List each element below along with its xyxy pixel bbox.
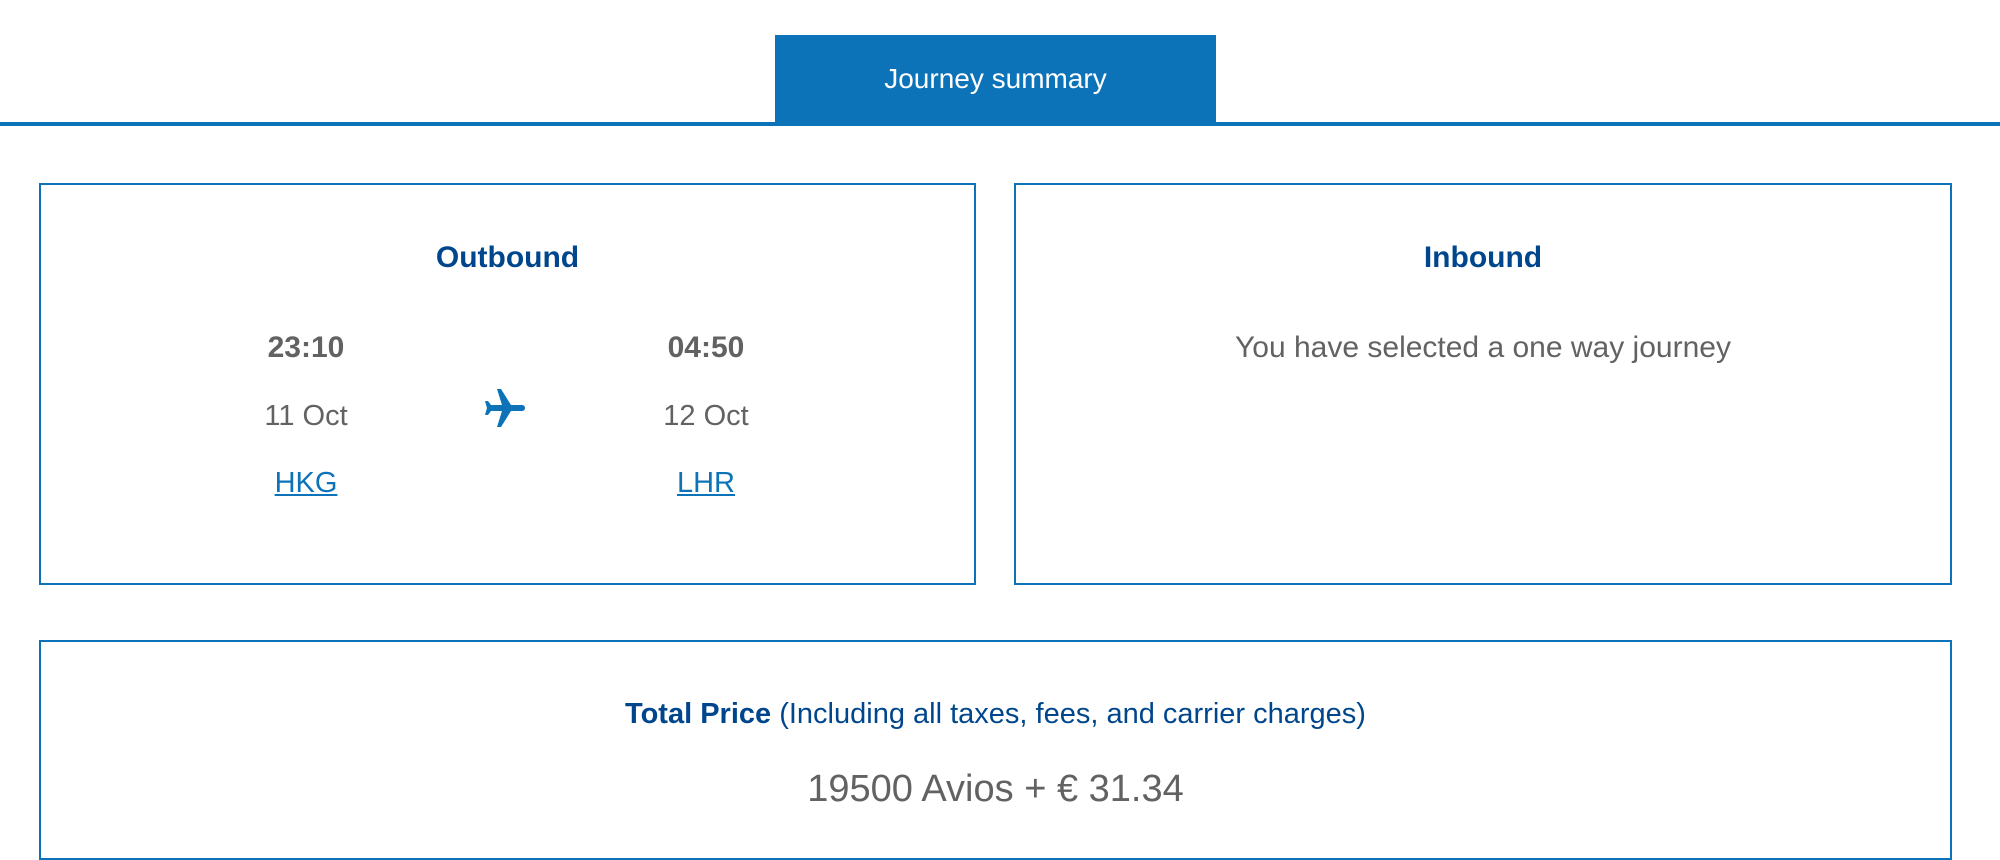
departure-date: 11 Oct <box>264 400 348 432</box>
total-price-heading: Total Price (Including all taxes, fees, … <box>41 698 1950 731</box>
departure-time: 23:10 <box>267 331 345 364</box>
outbound-title: Outbound <box>435 241 580 274</box>
total-price-label: Total Price <box>625 698 772 730</box>
departure-leg: 23:10 11 Oct HKG <box>206 330 406 501</box>
inbound-card: Inbound You have selected a one way jour… <box>1014 183 1952 585</box>
tab-journey-summary[interactable]: Journey summary <box>775 35 1216 123</box>
inbound-title: Inbound <box>1423 241 1543 274</box>
arrival-leg: 04:50 12 Oct LHR <box>606 330 806 501</box>
total-price-value: 19500 Avios + € 31.34 <box>807 768 1184 810</box>
arrival-date: 12 Oct <box>663 400 749 432</box>
tab-bar: Journey summary <box>0 0 2000 126</box>
plane-icon <box>485 389 525 427</box>
tab-label: Journey summary <box>884 63 1107 94</box>
arrival-time: 04:50 <box>667 331 745 364</box>
one-way-message: You have selected a one way journey <box>1235 331 1731 364</box>
arrival-airport-link[interactable]: LHR <box>677 465 735 501</box>
departure-airport-link[interactable]: HKG <box>275 465 338 501</box>
outbound-card: Outbound 23:10 11 Oct HKG 04:50 12 Oct L… <box>39 183 976 585</box>
total-price-note: (Including all taxes, fees, and carrier … <box>779 698 1366 730</box>
tab-underline <box>0 122 2000 126</box>
total-price-card: Total Price (Including all taxes, fees, … <box>39 640 1952 860</box>
